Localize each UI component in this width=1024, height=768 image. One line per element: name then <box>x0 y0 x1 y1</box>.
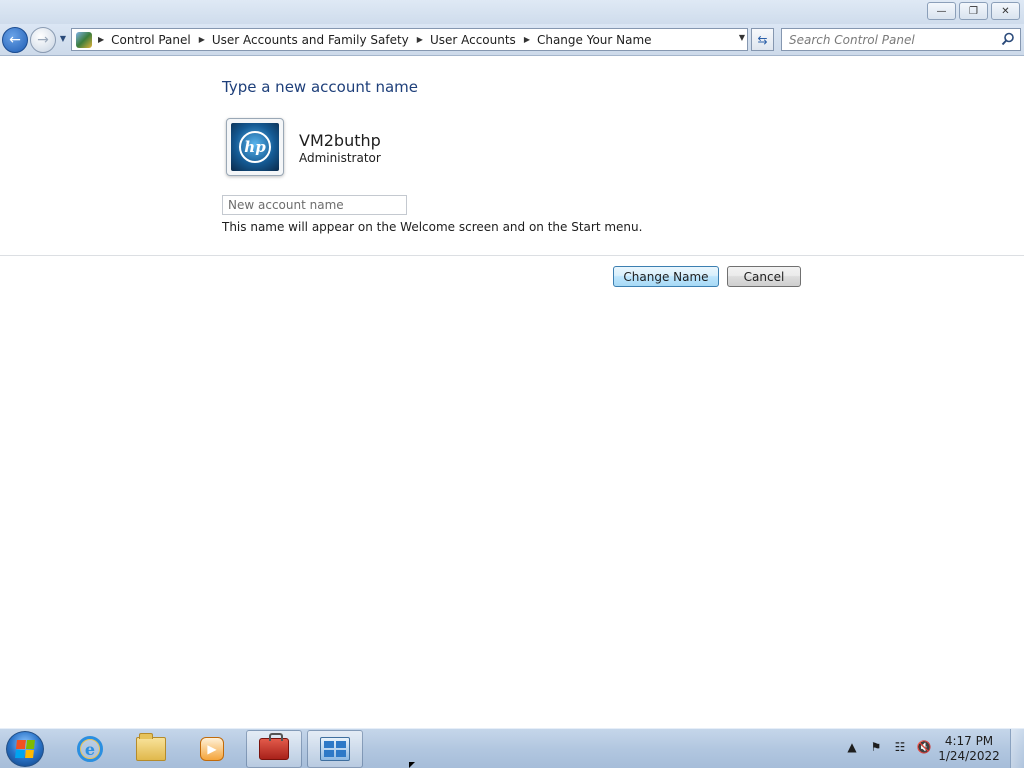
search-icon[interactable] <box>1001 32 1015 46</box>
action-center-flag-icon[interactable]: ⚑ <box>868 739 884 755</box>
divider <box>0 255 1024 256</box>
close-button[interactable]: ✕ <box>991 2 1020 20</box>
refresh-button[interactable]: ⇆ <box>751 28 774 51</box>
refresh-icon: ⇆ <box>757 32 768 47</box>
show-hidden-icons-icon[interactable]: ▲ <box>844 739 860 755</box>
chevron-right-icon[interactable]: ▶ <box>98 35 104 44</box>
show-desktop-button[interactable] <box>1010 729 1024 768</box>
taskbar: e ▶ ▲ ⚑ ☷ 🔇 4:17 PM 1/24/2022 <box>0 728 1024 768</box>
chevron-right-icon[interactable]: ▶ <box>199 35 205 44</box>
system-clock[interactable]: 4:17 PM 1/24/2022 <box>936 734 1002 764</box>
internet-explorer-icon: e <box>77 736 103 762</box>
new-account-name-input[interactable] <box>222 195 407 215</box>
breadcrumb-change-your-name[interactable]: Change Your Name <box>537 33 652 47</box>
back-button[interactable]: ← <box>2 27 28 53</box>
taskbar-toolbox-app[interactable] <box>246 730 302 768</box>
taskbar-windows-explorer[interactable] <box>123 730 179 768</box>
account-type: Administrator <box>299 151 381 165</box>
address-bar[interactable]: ▶ Control Panel ▶ User Accounts and Fami… <box>71 28 748 51</box>
taskbar-media-player[interactable]: ▶ <box>184 730 240 768</box>
name-hint-text: This name will appear on the Welcome scr… <box>222 220 643 234</box>
folder-icon <box>136 733 166 761</box>
volume-muted-icon[interactable]: 🔇 <box>916 739 932 755</box>
minimize-button[interactable]: — <box>927 2 956 20</box>
forward-button[interactable]: → <box>30 27 56 53</box>
toolbox-icon <box>259 733 289 760</box>
breadcrumb: ▶ Control Panel ▶ User Accounts and Fami… <box>98 33 660 47</box>
chevron-right-icon[interactable]: ▶ <box>417 35 423 44</box>
cancel-button[interactable]: Cancel <box>727 266 801 287</box>
chevron-right-icon[interactable]: ▶ <box>524 35 530 44</box>
window-title-bar: — ❐ ✕ <box>0 0 1024 24</box>
page-title: Type a new account name <box>222 78 419 96</box>
media-player-icon: ▶ <box>200 737 224 761</box>
breadcrumb-user-accounts[interactable]: User Accounts <box>430 33 516 47</box>
start-button[interactable] <box>6 731 44 767</box>
back-arrow-icon: ← <box>9 32 21 48</box>
avatar-picture: hp <box>231 123 279 171</box>
control-panel-icon <box>76 31 92 48</box>
breadcrumb-user-accounts-family-safety[interactable]: User Accounts and Family Safety <box>212 33 409 47</box>
mouse-cursor-icon <box>409 762 415 768</box>
taskbar-control-panel[interactable] <box>307 730 363 768</box>
network-icon[interactable]: ☷ <box>892 739 908 755</box>
account-name: VM2buthp <box>299 131 381 150</box>
navigation-bar: ← → ▼ ▶ Control Panel ▶ User Accounts an… <box>0 24 1024 56</box>
clock-time: 4:17 PM <box>944 734 994 748</box>
restore-button[interactable]: ❐ <box>959 2 988 20</box>
address-dropdown-icon[interactable]: ▼ <box>739 33 745 42</box>
recent-pages-dropdown[interactable]: ▼ <box>57 34 69 46</box>
clock-date: 1/24/2022 <box>938 749 1000 763</box>
notification-area: ▲ ⚑ ☷ 🔇 <box>844 739 932 755</box>
search-input[interactable] <box>782 29 992 50</box>
caption-buttons: — ❐ ✕ <box>927 2 1020 20</box>
taskbar-internet-explorer[interactable]: e <box>62 730 118 768</box>
search-box <box>781 28 1021 51</box>
change-name-button[interactable]: Change Name <box>613 266 719 287</box>
windows-logo-icon <box>15 740 35 758</box>
forward-arrow-icon: → <box>37 32 49 48</box>
avatar: hp <box>226 118 284 176</box>
hp-logo-icon: hp <box>239 131 271 163</box>
breadcrumb-control-panel[interactable]: Control Panel <box>111 33 191 47</box>
control-panel-icon <box>320 737 350 761</box>
